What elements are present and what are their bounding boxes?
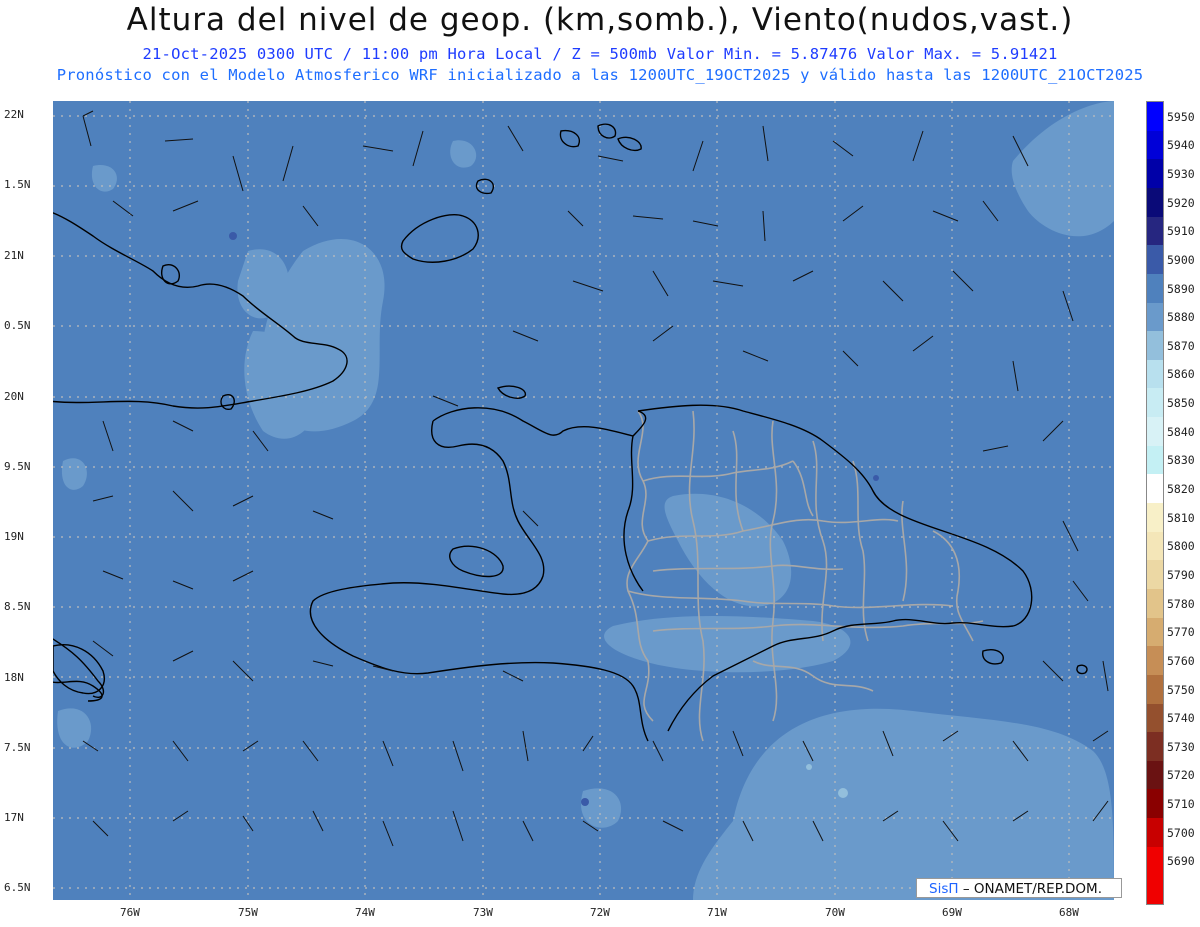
colorbar-swatch-5880	[1147, 302, 1163, 332]
lat-label-16-5n: 6.5N	[4, 881, 31, 894]
lon-label-68w: 68W	[1059, 906, 1079, 919]
colorbar-swatch-5740	[1147, 703, 1163, 733]
lon-label-73w: 73W	[473, 906, 493, 919]
colorbar-label-5890: 5890	[1167, 281, 1195, 296]
colorbar	[1146, 101, 1164, 905]
colorbar-swatch-5770	[1147, 617, 1163, 647]
province-borders	[626, 410, 984, 742]
sispi-brand: SisΠ	[929, 881, 959, 897]
lon-label-76w: 76W	[120, 906, 140, 919]
colorbar-swatch-5750	[1147, 674, 1163, 704]
colorbar-swatch-5780	[1147, 588, 1163, 619]
colorbar-swatch-5920	[1147, 187, 1163, 218]
colorbar-swatch-5950	[1147, 102, 1163, 132]
colorbar-label-5850: 5850	[1167, 396, 1195, 411]
colorbar-label-5950: 5950	[1167, 109, 1195, 124]
colorbar-label-5910: 5910	[1167, 224, 1195, 239]
colorbar-label-5810: 5810	[1167, 510, 1195, 525]
colorbar-label-5900: 5900	[1167, 252, 1195, 267]
lat-label-18-5n: 8.5N	[4, 600, 31, 613]
colorbar-swatch-5910	[1147, 216, 1163, 246]
colorbar-swatch-5890	[1147, 273, 1163, 303]
lat-label-21-5n: 1.5N	[4, 178, 31, 191]
colorbar-label-5780: 5780	[1167, 596, 1195, 611]
lon-label-69w: 69W	[942, 906, 962, 919]
colorbar-label-5940: 5940	[1167, 138, 1195, 153]
lon-label-75w: 75W	[238, 906, 258, 919]
logo-text: – ONAMET/REP.DOM.	[962, 881, 1102, 897]
lat-label-22n: 22N	[4, 108, 24, 121]
lon-label-72w: 72W	[590, 906, 610, 919]
map-panel	[53, 101, 1114, 900]
colorbar-label-5830: 5830	[1167, 453, 1195, 468]
colorbar-label-5820: 5820	[1167, 482, 1195, 496]
chart-title: Altura del nivel de geop. (km,somb.), Vi…	[126, 2, 1074, 38]
colorbar-label-5870: 5870	[1167, 338, 1195, 353]
colorbar-swatch-5700	[1147, 818, 1163, 848]
colorbar-label-5760: 5760	[1167, 653, 1195, 668]
colorbar-swatch-5850	[1147, 388, 1163, 418]
map-canvas	[53, 101, 1114, 900]
colorbar-label-5920: 5920	[1167, 195, 1195, 210]
colorbar-swatch-5930	[1147, 159, 1163, 189]
colorbar-swatch-5830	[1147, 445, 1163, 475]
colorbar-label-5710: 5710	[1167, 797, 1195, 812]
colorbar-label-5860: 5860	[1167, 367, 1195, 382]
colorbar-swatch-5810	[1147, 503, 1163, 533]
colorbar-label-5690: 5690	[1167, 854, 1195, 869]
subtitle-time-range: 21-Oct-2025 0300 UTC / 11:00 pm Hora Loc…	[142, 45, 1058, 63]
lon-label-71w: 71W	[707, 906, 727, 919]
colorbar-swatch-5900	[1147, 245, 1163, 275]
lat-label-17-5n: 7.5N	[4, 741, 31, 754]
colorbar-label-5740: 5740	[1167, 711, 1195, 726]
coastlines	[53, 123, 1088, 742]
colorbar-label-5930: 5930	[1167, 166, 1195, 181]
colorbar-label-5790: 5790	[1167, 567, 1195, 582]
lat-label-21n: 21N	[4, 249, 24, 262]
lon-label-74w: 74W	[355, 906, 375, 919]
lat-label-19n: 19N	[4, 530, 24, 543]
colorbar-swatch-5760	[1147, 646, 1163, 676]
lon-label-70w: 70W	[825, 906, 845, 919]
colorbar-label-5730: 5730	[1167, 739, 1195, 754]
colorbar-swatch-5940	[1147, 130, 1163, 160]
colorbar-swatch-5820	[1147, 474, 1163, 504]
colorbar-label-5720: 5720	[1167, 768, 1195, 783]
colorbar-swatch-5730	[1147, 732, 1163, 762]
lat-label-19-5n: 9.5N	[4, 460, 31, 473]
lat-label-20-5n: 0.5N	[4, 319, 31, 332]
colorbar-swatch-5800	[1147, 531, 1163, 561]
colorbar-label-5700: 5700	[1167, 825, 1195, 840]
colorbar-swatch-5870	[1147, 331, 1163, 361]
lat-label-20n: 20N	[4, 390, 24, 403]
colorbar-label-5770: 5770	[1167, 625, 1195, 640]
colorbar-swatch-below-min	[1147, 875, 1163, 904]
colorbar-label-5840: 5840	[1167, 424, 1195, 439]
subtitle-model-info: Pronóstico con el Modelo Atmosferico WRF…	[56, 66, 1144, 84]
colorbar-label-5800: 5800	[1167, 539, 1195, 554]
lat-label-18n: 18N	[4, 671, 24, 684]
onamet-logo: SisΠ – ONAMET/REP.DOM.	[916, 878, 1122, 898]
shaded-field-5880	[57, 101, 1114, 900]
colorbar-swatch-5860	[1147, 359, 1163, 389]
colorbar-swatch-5690	[1147, 846, 1163, 876]
colorbar-swatch-5790	[1147, 560, 1163, 590]
colorbar-swatch-5720	[1147, 760, 1163, 790]
lat-label-17n: 17N	[4, 811, 24, 824]
colorbar-swatch-5710	[1147, 789, 1163, 819]
colorbar-label-5750: 5750	[1167, 682, 1195, 697]
colorbar-swatch-5840	[1147, 417, 1163, 447]
colorbar-label-5880: 5880	[1167, 310, 1195, 325]
